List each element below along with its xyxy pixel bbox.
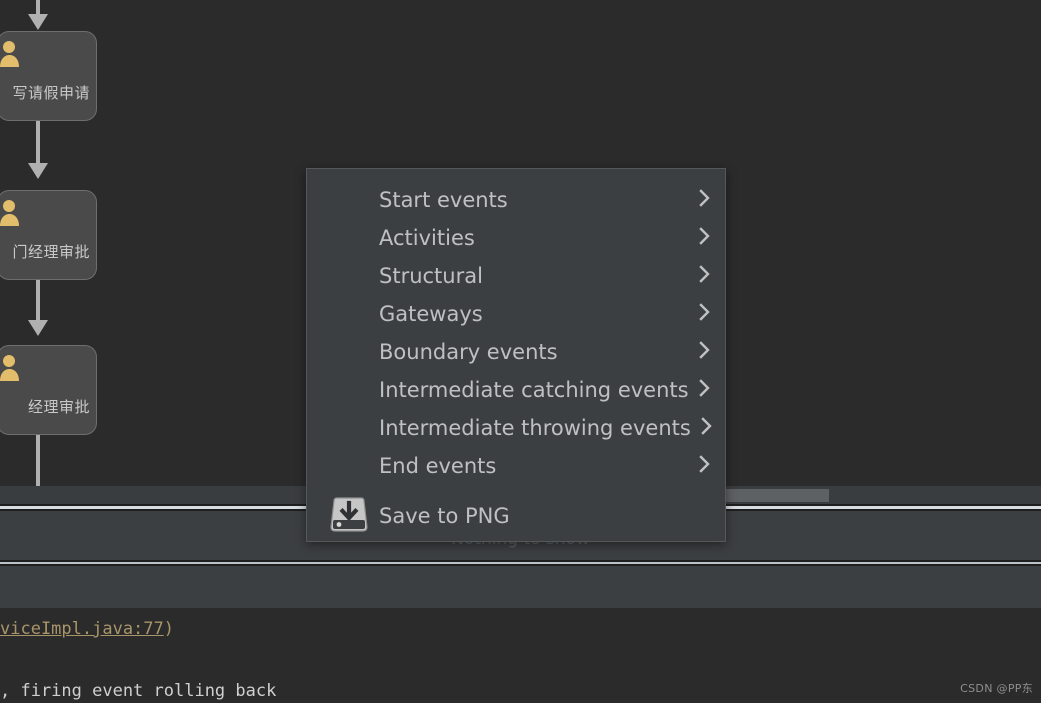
chevron-right-icon	[689, 302, 711, 326]
menu-item-gateways[interactable]: Gateways	[307, 295, 725, 333]
chevron-right-icon	[689, 226, 711, 250]
menu-item-activities[interactable]: Activities	[307, 219, 725, 257]
connector-line-outgoing	[36, 435, 40, 486]
bpmn-node-user-task-3[interactable]: 经理审批	[0, 345, 97, 435]
watermark-label: CSDN @PP东	[960, 682, 1033, 695]
chevron-right-icon	[691, 416, 713, 440]
connector-line-incoming	[36, 0, 40, 14]
console-log-line: , firing event rolling back	[0, 681, 277, 701]
menu-item-end-events[interactable]: End events	[307, 447, 725, 485]
stacktrace-file-link[interactable]: viceImpl.java:77	[0, 619, 164, 639]
menu-item-label: Gateways	[379, 302, 483, 326]
menu-item-label: Structural	[379, 264, 483, 288]
user-task-icon	[0, 354, 26, 382]
horizontal-scrollbar-thumb[interactable]	[722, 489, 829, 502]
console-toolbar-band	[0, 566, 1041, 608]
menu-item-start-events[interactable]: Start events	[307, 181, 725, 219]
connector-line-1-2	[36, 121, 40, 163]
bpmn-node-label: 写请假申请	[12, 84, 90, 102]
connector-arrow-2-3	[28, 320, 48, 336]
menu-item-label: Intermediate catching events	[379, 378, 689, 402]
menu-item-save-to-png[interactable]: Save to PNG	[307, 491, 725, 541]
chevron-right-icon	[689, 454, 711, 478]
connector-arrow-1-2	[28, 163, 48, 179]
menu-item-label: End events	[379, 454, 497, 478]
chevron-right-icon	[689, 188, 711, 212]
menu-item-icon-slot	[319, 497, 379, 535]
bpmn-palette-context-menu[interactable]: Start events Activities Structural Gatew…	[306, 168, 726, 542]
run-console-output[interactable]: viceImpl.java:77) , firing event rolling…	[0, 608, 1041, 703]
chevron-right-icon	[689, 340, 711, 364]
save-to-disk-icon	[328, 497, 370, 535]
menu-item-structural[interactable]: Structural	[307, 257, 725, 295]
menu-item-label: Intermediate throwing events	[379, 416, 691, 440]
bpmn-node-user-task-2[interactable]: 门经理审批	[0, 190, 97, 280]
menu-item-label: Save to PNG	[379, 504, 510, 528]
menu-item-intermediate-throwing-events[interactable]: Intermediate throwing events	[307, 409, 725, 447]
chevron-right-icon	[689, 378, 711, 402]
user-task-icon	[0, 199, 26, 227]
connector-arrow-incoming	[28, 14, 48, 30]
stacktrace-paren: )	[163, 619, 175, 639]
console-stacktrace-line: viceImpl.java:77)	[0, 619, 174, 639]
menu-item-intermediate-catching-events[interactable]: Intermediate catching events	[307, 371, 725, 409]
bpmn-node-user-task-1[interactable]: 写请假申请	[0, 31, 97, 121]
bpmn-node-label: 经理审批	[27, 398, 90, 416]
bpmn-node-label: 门经理审批	[12, 243, 90, 261]
connector-line-2-3	[36, 280, 40, 320]
chevron-right-icon	[689, 264, 711, 288]
menu-item-boundary-events[interactable]: Boundary events	[307, 333, 725, 371]
user-task-icon	[0, 40, 26, 68]
menu-item-label: Activities	[379, 226, 475, 250]
menu-item-label: Boundary events	[379, 340, 558, 364]
menu-item-label: Start events	[379, 188, 508, 212]
